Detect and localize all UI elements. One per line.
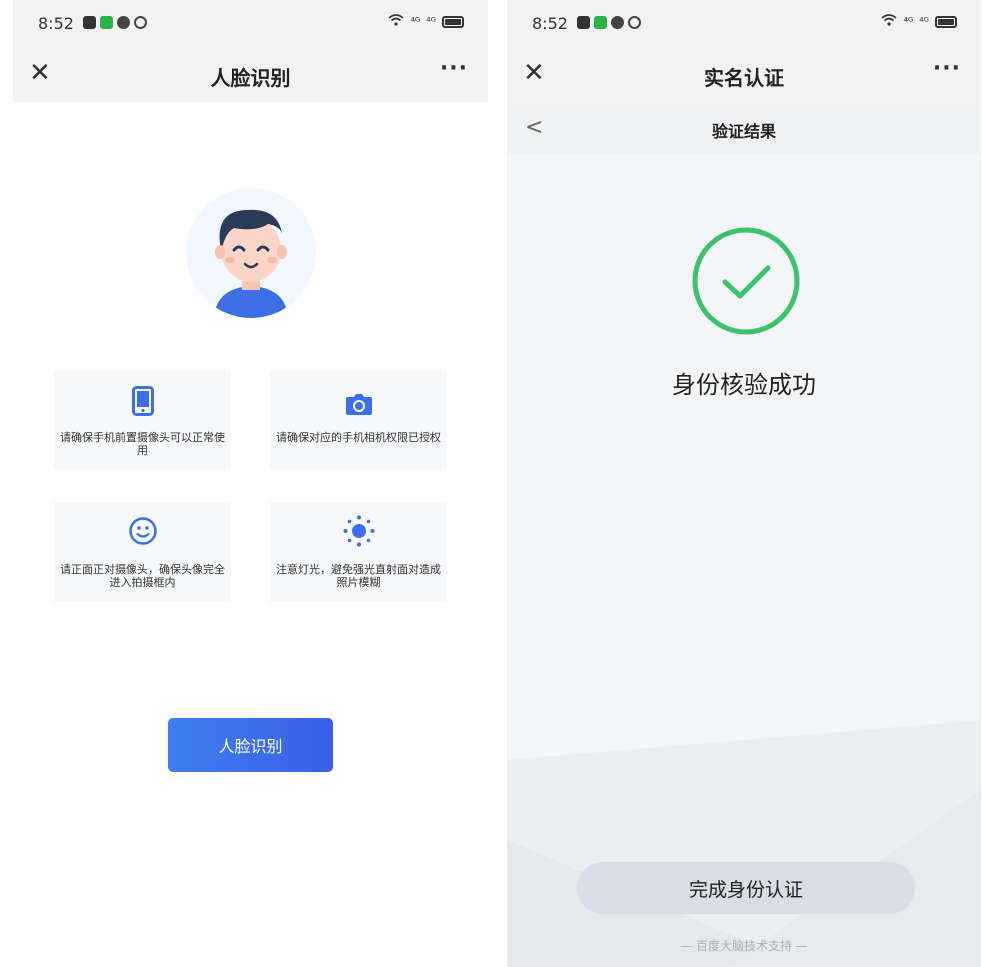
notification-icons <box>83 16 147 29</box>
more-options-icon[interactable]: ··· <box>440 56 468 81</box>
tip-card-lighting: 注意灯光，避免强光直射面对造成照片模糊 <box>270 502 447 602</box>
status-right: ⁴ᴳ ⁴ᴳ <box>881 14 957 29</box>
complete-verification-button[interactable]: 完成身份认证 <box>577 862 915 914</box>
tip-text: 请确保手机前置摄像头可以正常使用 <box>60 431 225 457</box>
verification-result-screen: 8:52 ⁴ᴳ ⁴ᴳ ✕ 实名认证 ··· < 验证结果 身份核验成功 完成身份… <box>507 0 981 967</box>
sub-nav-bar: < 验证结果 <box>507 102 981 154</box>
tip-card-front-camera: 请确保手机前置摄像头可以正常使用 <box>54 370 231 470</box>
sub-page-title: 验证结果 <box>711 122 776 141</box>
signal-icon: ⁴ᴳ <box>903 15 914 28</box>
face-recognition-screen: 8:52 ⁴ᴳ ⁴ᴳ ✕ 人脸识别 ··· 请确保手机前置摄像头可以正常使用 请… <box>13 0 488 967</box>
background-decoration <box>507 720 981 967</box>
status-time: 8:52 <box>532 14 568 33</box>
app-notification-icon <box>577 16 590 29</box>
signal-icon-2: ⁴ᴳ <box>426 15 436 28</box>
signal-icon: ⁴ᴳ <box>410 15 421 28</box>
page-title: 实名认证 <box>704 66 784 90</box>
phone-icon <box>131 386 154 420</box>
wechat-icon <box>594 16 607 29</box>
nav-bar: ✕ 人脸识别 ··· <box>13 46 488 102</box>
notification-icons <box>577 16 641 29</box>
powered-by-footer: — 百度大脑技术支持 — <box>680 939 808 953</box>
wifi-icon <box>388 14 404 29</box>
status-right: ⁴ᴳ ⁴ᴳ <box>388 14 464 29</box>
tip-card-face-position: 请正面正对摄像头，确保头像完全进入拍摄框内 <box>54 502 231 602</box>
battery-icon <box>935 15 957 28</box>
avatar <box>186 188 316 318</box>
camera-icon <box>345 392 373 420</box>
more-options-icon[interactable]: ··· <box>933 56 961 81</box>
tip-card-camera-permission: 请确保对应的手机相机权限已授权 <box>270 370 447 470</box>
signal-icon-2: ⁴ᴳ <box>919 15 929 28</box>
start-face-recognition-button[interactable]: 人脸识别 <box>168 718 333 772</box>
qq-icon <box>117 16 130 29</box>
app-notification-icon <box>83 16 96 29</box>
tip-text: 请确保对应的手机相机权限已授权 <box>276 431 441 444</box>
verification-success-text: 身份核验成功 <box>672 371 816 399</box>
nav-bar: ✕ 实名认证 ··· <box>507 46 981 102</box>
status-bar: 8:52 ⁴ᴳ ⁴ᴳ <box>13 0 488 46</box>
qq-icon <box>611 16 624 29</box>
tip-text: 注意灯光，避免强光直射面对造成照片模糊 <box>276 563 441 589</box>
status-bar: 8:52 ⁴ᴳ ⁴ᴳ <box>507 0 981 46</box>
smiley-face-icon <box>128 516 158 550</box>
tip-text: 请正面正对摄像头，确保头像完全进入拍摄框内 <box>60 563 225 589</box>
success-check-icon <box>691 226 801 340</box>
sun-icon <box>342 514 376 552</box>
wechat-icon <box>100 16 113 29</box>
status-time: 8:52 <box>38 14 74 33</box>
alarm-icon <box>134 16 147 29</box>
wifi-icon <box>881 14 897 29</box>
alarm-icon <box>628 16 641 29</box>
page-title: 人脸识别 <box>210 66 291 90</box>
battery-icon <box>442 15 464 28</box>
